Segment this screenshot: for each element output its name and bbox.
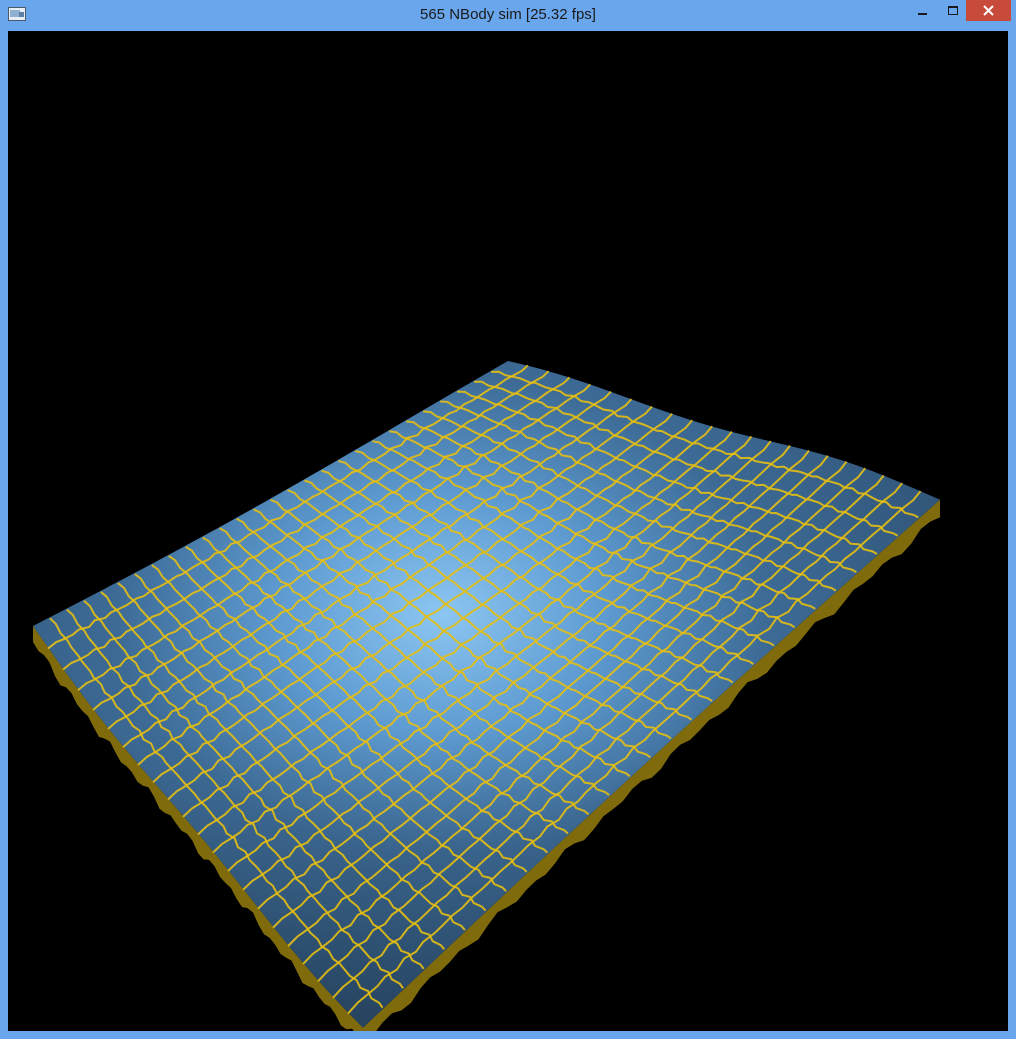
maximize-icon	[948, 6, 958, 15]
title-bar[interactable]: 565 NBody sim [25.32 fps]	[0, 0, 1016, 31]
minimize-button[interactable]	[906, 0, 939, 21]
render-viewport[interactable]	[8, 31, 1008, 1031]
maximize-button[interactable]	[939, 0, 966, 21]
minimize-icon	[918, 13, 927, 15]
nbody-cloth-surface	[33, 360, 940, 1031]
window-title: 565 NBody sim [25.32 fps]	[420, 6, 596, 23]
surface-shading	[33, 360, 940, 1028]
app-window: 565 NBody sim [25.32 fps]	[0, 0, 1016, 1039]
close-button[interactable]	[966, 0, 1011, 21]
close-icon	[983, 5, 994, 16]
